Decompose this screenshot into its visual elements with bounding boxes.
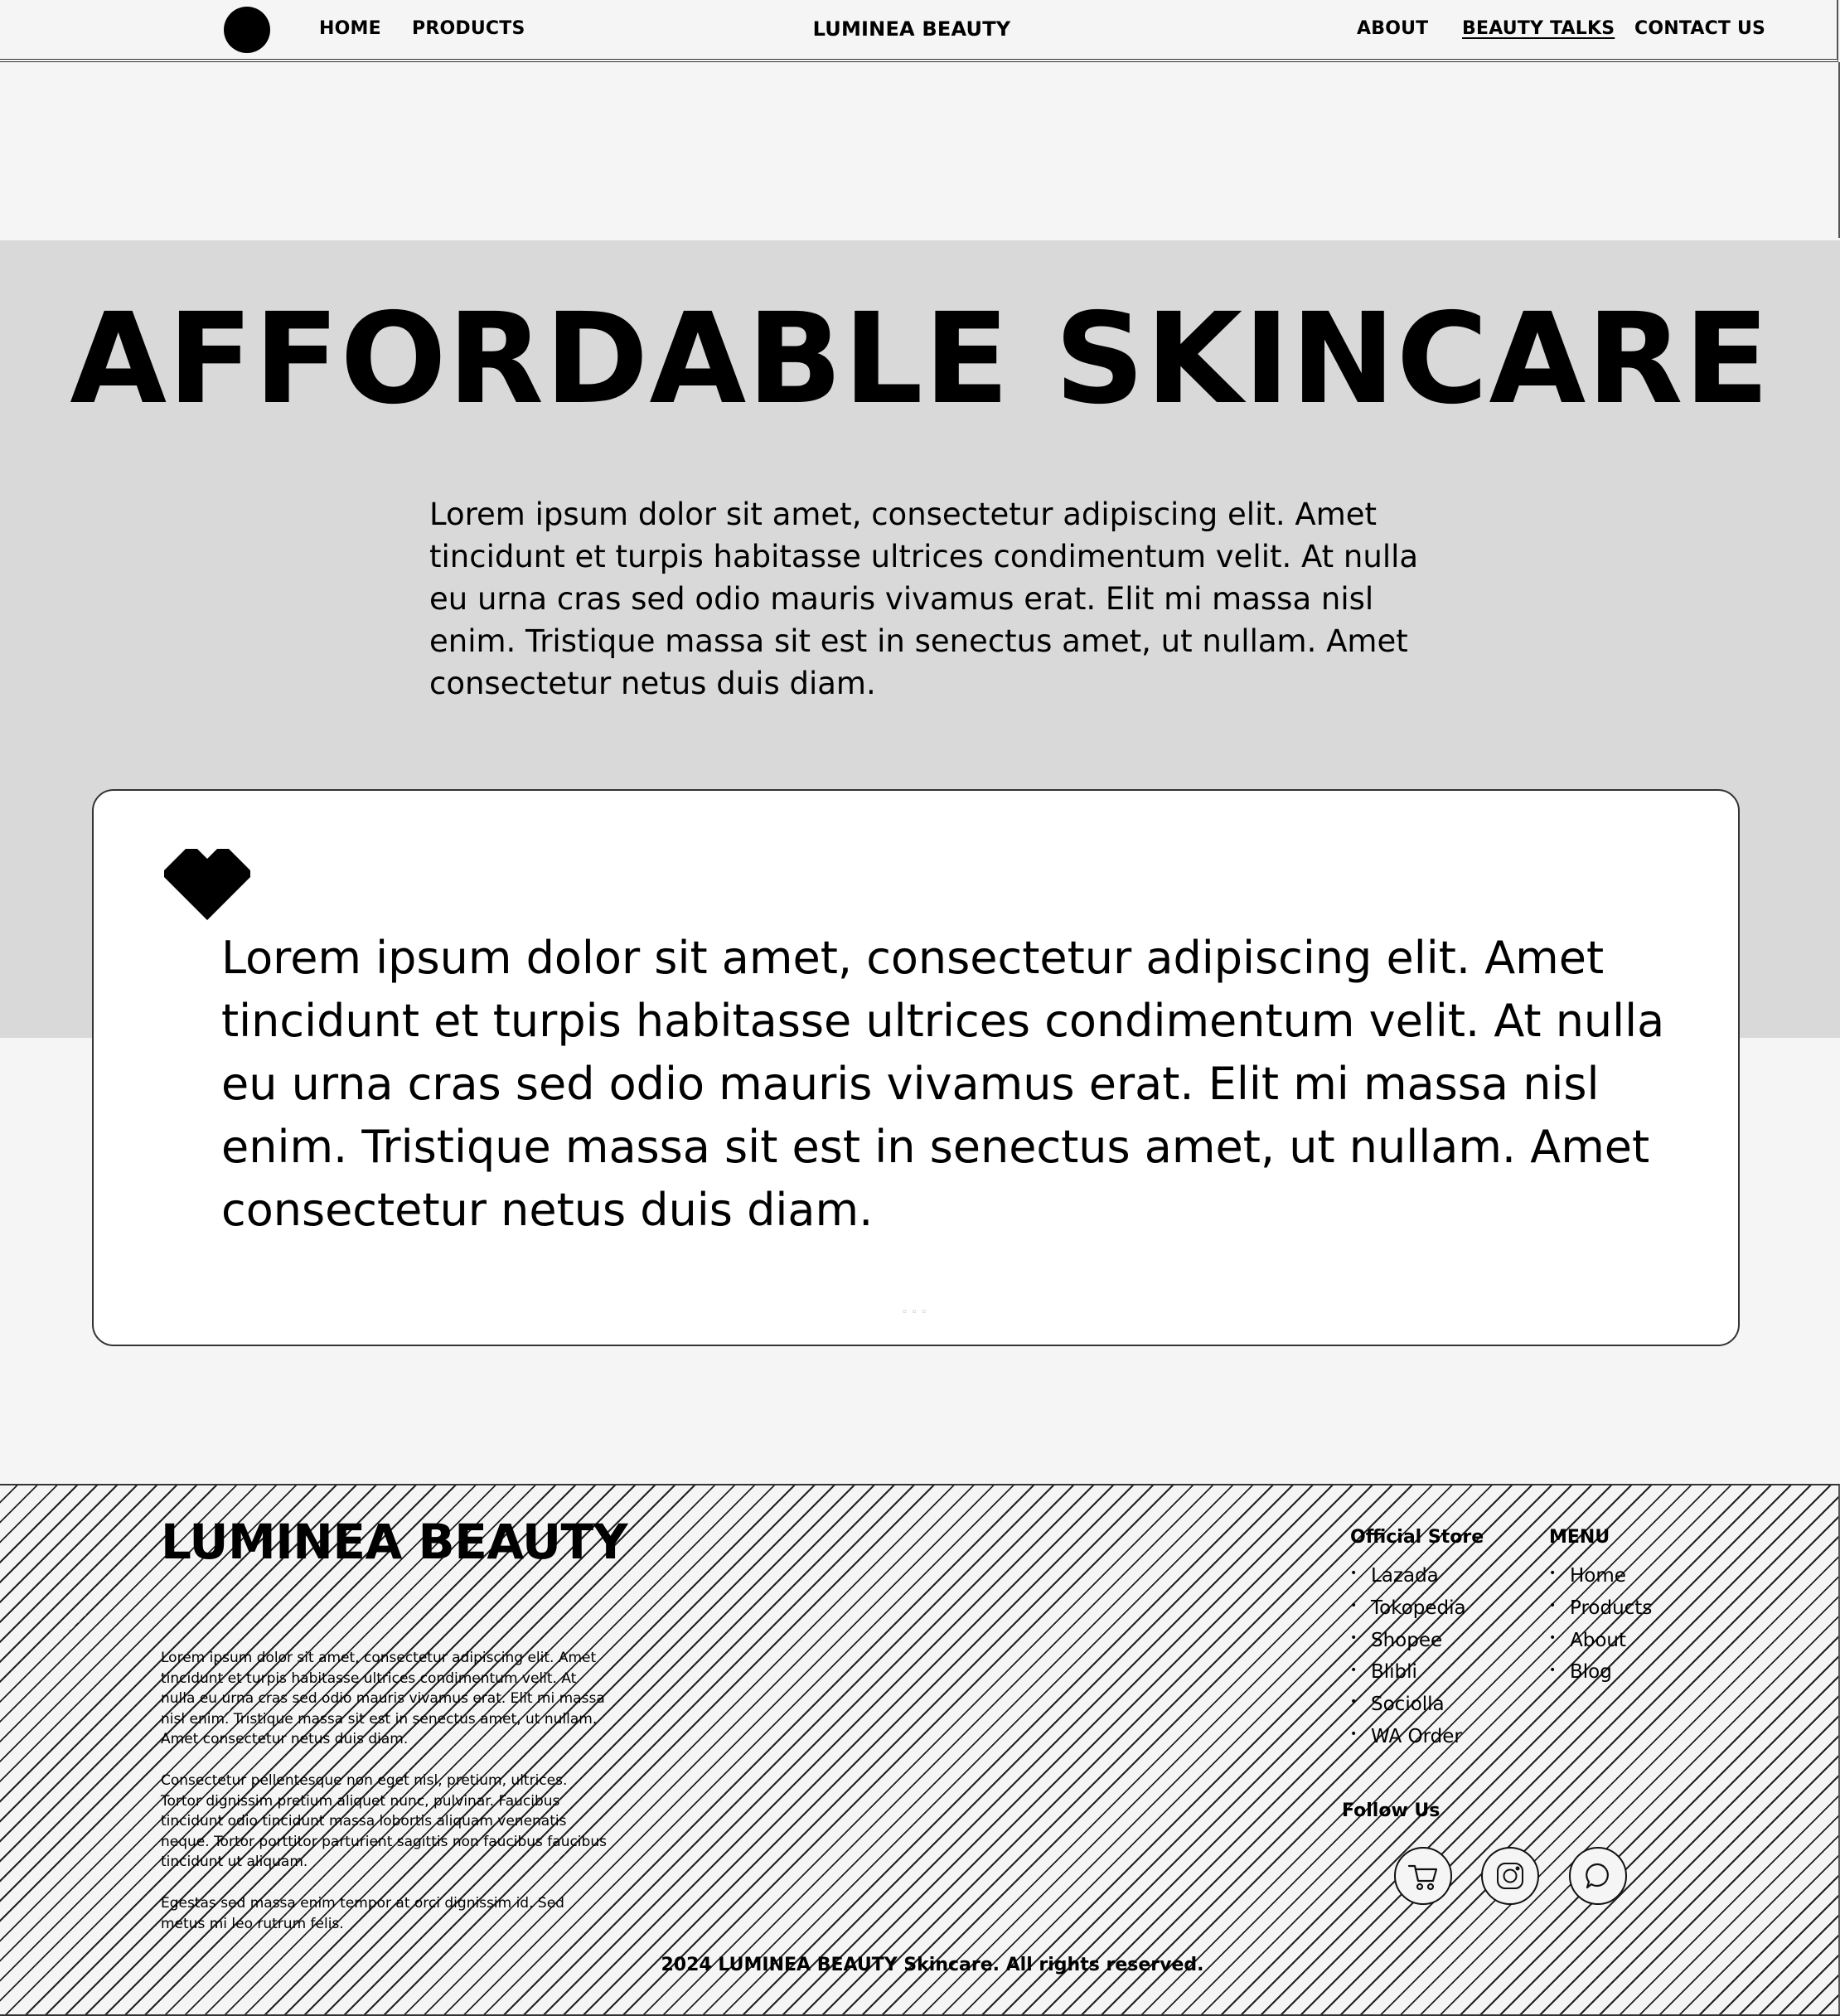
store-link-wa-order[interactable]: WA Order [1350, 1721, 1466, 1753]
store-link-sociolla[interactable]: Sociolla [1350, 1689, 1466, 1721]
footer-paragraph: Lorem ipsum dolor sit amet, consectetur … [161, 1650, 605, 1747]
copyright-text: 2024 LUMINEA BEAUTY Skincare. All rights… [661, 1955, 1204, 1975]
instagram-icon[interactable] [1481, 1847, 1539, 1905]
hero-description: Lorem ipsum dolor sit amet, consectetur … [429, 497, 1419, 701]
follow-us-title: Follow Us [1342, 1800, 1441, 1821]
hero-title: AFFORDABLE SKINCARE [70, 286, 1770, 432]
top-navbar: HOME PRODUCTS LUMINEA BEAUTY ABOUT BEAUT… [0, 0, 1838, 62]
footer-menu-home[interactable]: Home [1549, 1560, 1652, 1592]
nav-about-link[interactable]: ABOUT [1357, 18, 1428, 39]
store-link-lazada[interactable]: Lazada [1350, 1560, 1466, 1592]
nav-beauty-talks-link[interactable]: BEAUTY TALKS [1462, 18, 1615, 39]
footer-menu-products[interactable]: Products [1549, 1592, 1652, 1625]
footer-menu-about[interactable]: About [1549, 1625, 1652, 1657]
footer-menu-title: MENU [1549, 1527, 1610, 1548]
footer-paragraph: Egestas sed massa enim tempor at orci di… [161, 1895, 564, 1932]
chat-icon[interactable] [1569, 1847, 1627, 1905]
official-store-list: Lazada Tokopedia Shopee Blibli Sociolla … [1350, 1560, 1466, 1753]
store-link-blibli[interactable]: Blibli [1350, 1656, 1466, 1689]
footer-menu-blog[interactable]: Blog [1549, 1656, 1652, 1689]
testimonial-card: Lorem ipsum dolor sit amet, consectetur … [92, 789, 1740, 1346]
footer-brand: LUMINEA BEAUTY [161, 1514, 628, 1570]
store-link-shopee[interactable]: Shopee [1350, 1625, 1466, 1657]
carousel-dots[interactable]: ◦◦◦ [94, 1306, 1738, 1319]
cart-icon[interactable] [1394, 1847, 1452, 1905]
footer-menu-list: Home Products About Blog [1549, 1560, 1652, 1689]
store-link-tokopedia[interactable]: Tokopedia [1350, 1592, 1466, 1625]
footer-paragraph: Consectetur pellentesque non eget nisl, … [161, 1772, 607, 1870]
nav-contact-link[interactable]: CONTACT US [1634, 18, 1765, 39]
card-text: Lorem ipsum dolor sit amet, consectetur … [221, 932, 1665, 1236]
heart-icon [164, 849, 250, 920]
official-store-title: Official Store [1350, 1527, 1484, 1548]
site-footer: LUMINEA BEAUTY Lorem ipsum dolor sit ame… [0, 1484, 1840, 2016]
